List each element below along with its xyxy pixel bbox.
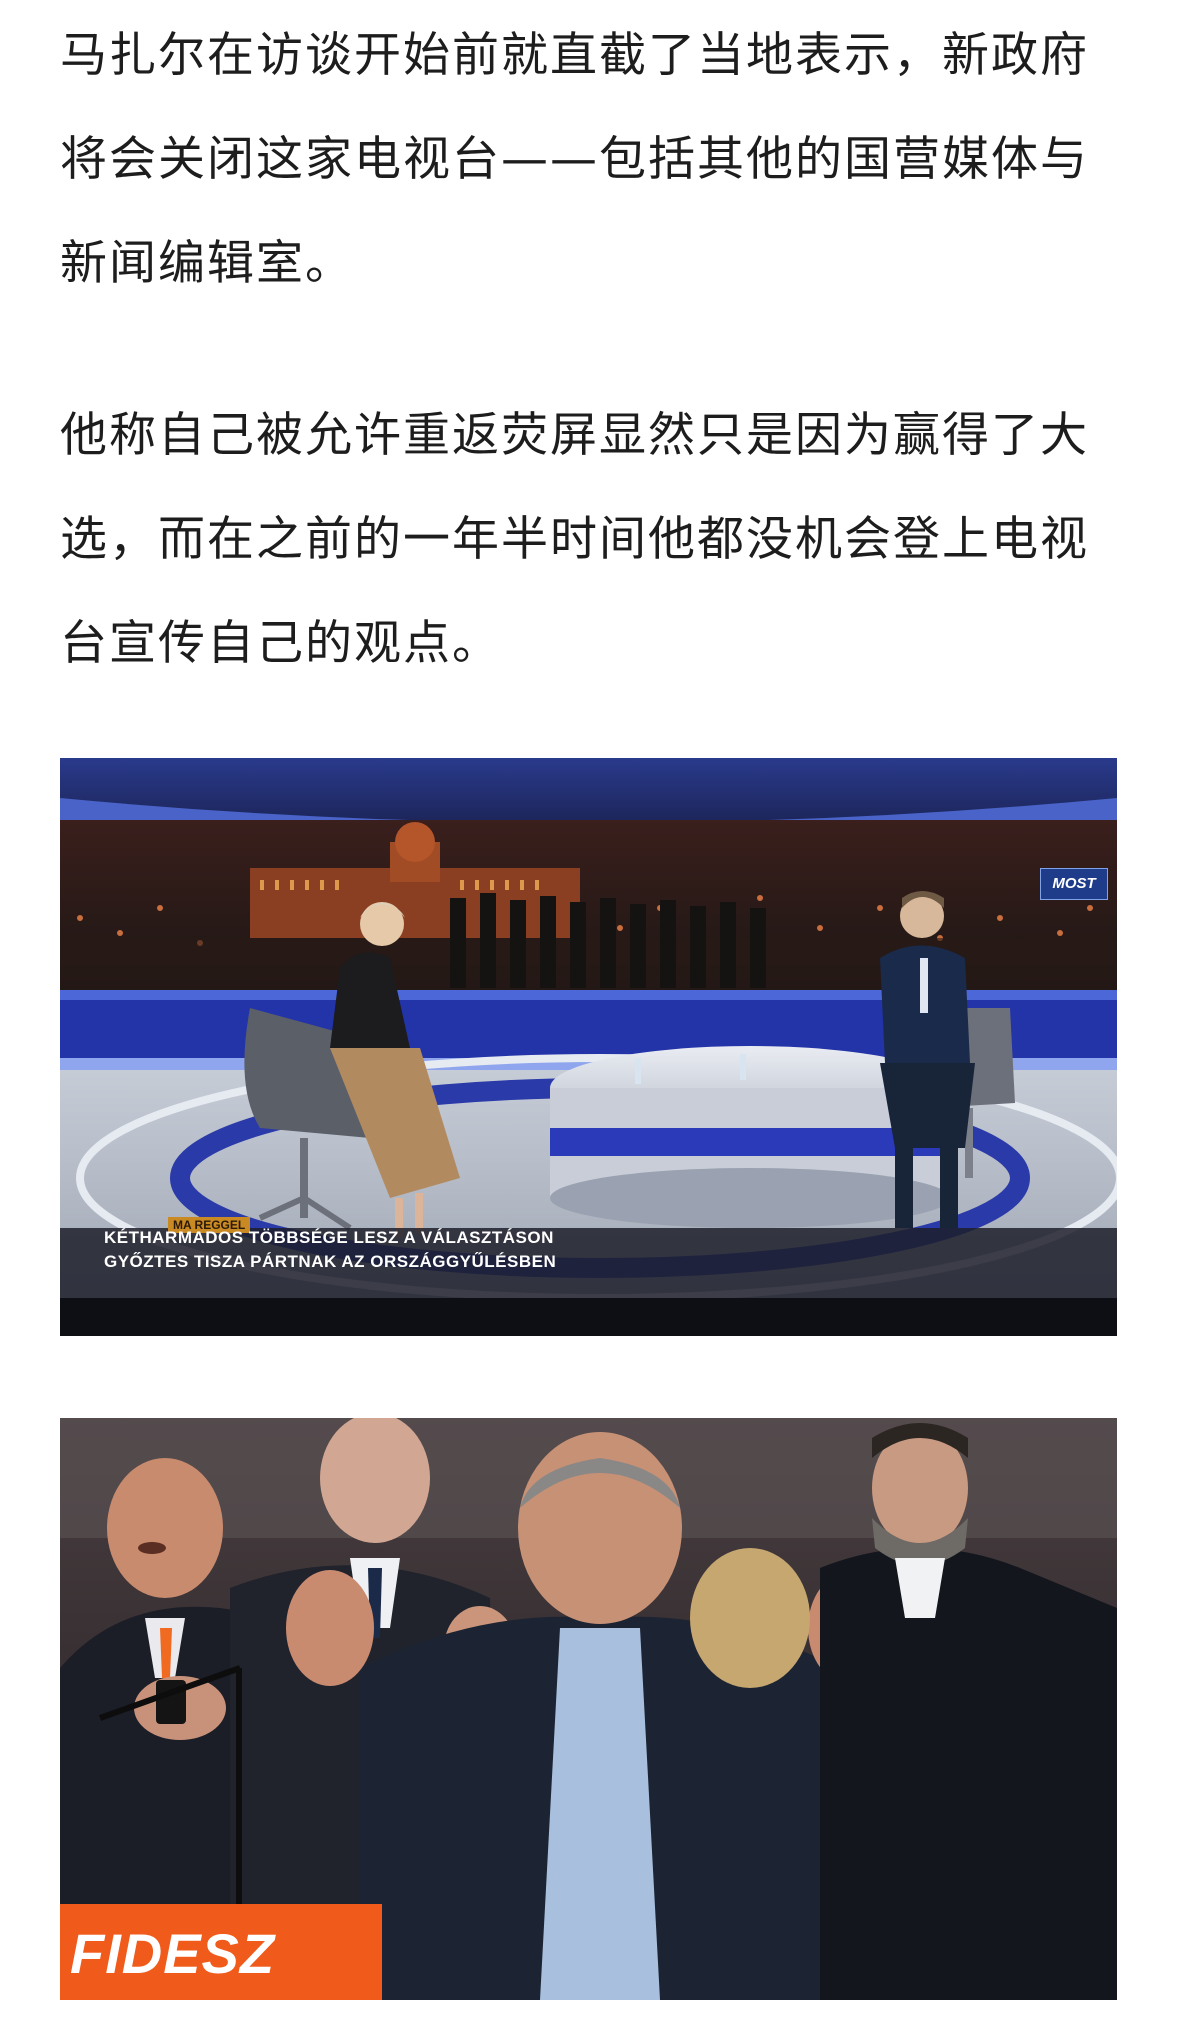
article-paragraph-1: 马扎尔在访谈开始前就直截了当地表示，新政府将会关闭这家电视台——包括其他的国营媒… (60, 28, 1089, 291)
page-bottom (0, 2010, 1179, 2033)
ticker-line-1: KÉTHARMADOS TÖBBSÉGE LESZ A VÁLASZTÁSON (104, 1228, 554, 1247)
article-body: 马扎尔在访谈开始前就直截了当地表示，新政府将会关闭这家电视台——包括其他的国营媒… (0, 0, 1179, 2033)
article-paragraph-2: 他称自己被允许重返荧屏显然只是因为赢得了大选，而在之前的一年半时间他都没机会登上… (60, 408, 1089, 671)
ticker-headline: KÉTHARMADOS TÖBBSÉGE LESZ A VÁLASZTÁSON … (104, 1226, 556, 1274)
ticker-line-2: GYŐZTES TISZA PÁRTNAK AZ ORSZÁGGYŰLÉSBEN (104, 1252, 557, 1271)
channel-logo: MOST (1040, 868, 1108, 900)
fidesz-banner-text: FIDESZ (70, 1922, 276, 1985)
